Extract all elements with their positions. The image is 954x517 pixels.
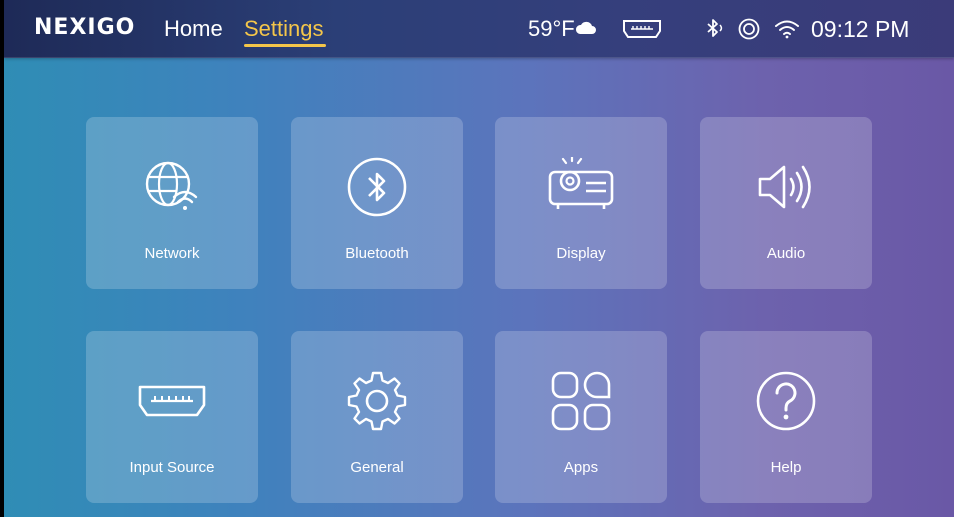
- hdmi-port-icon: [138, 385, 206, 417]
- tile-label: Help: [770, 459, 802, 476]
- tile-label: Audio: [766, 245, 806, 262]
- settings-screen: NEXIGO Home Settings 59°F 09:12 PM Netwo…: [4, 0, 954, 517]
- tile-label: Input Source: [129, 459, 215, 476]
- nav-active-indicator: [244, 44, 326, 47]
- wifi-icon[interactable]: [774, 19, 800, 39]
- gear-icon: [347, 371, 407, 431]
- tile-general[interactable]: General: [291, 331, 463, 503]
- apps-grid-icon: [551, 371, 611, 431]
- tile-help[interactable]: Help: [700, 331, 872, 503]
- hdmi-icon[interactable]: [622, 18, 662, 40]
- tile-input-source[interactable]: Input Source: [86, 331, 258, 503]
- tile-apps[interactable]: Apps: [495, 331, 667, 503]
- nav-home[interactable]: Home: [164, 16, 223, 42]
- network-globe-wifi-icon: [145, 161, 198, 210]
- tile-label: General: [350, 459, 404, 476]
- help-icon: [756, 371, 816, 431]
- speaker-icon: [758, 165, 811, 209]
- tile-network[interactable]: Network: [86, 117, 258, 289]
- top-bar-divider: [4, 57, 954, 58]
- nav-settings[interactable]: Settings: [244, 16, 324, 42]
- tile-audio[interactable]: Audio: [700, 117, 872, 289]
- tile-label: Bluetooth: [345, 245, 409, 262]
- tile-label: Network: [144, 245, 200, 262]
- cloud-icon: [575, 21, 596, 34]
- clock: 09:12 PM: [811, 16, 910, 42]
- projector-icon: [548, 157, 614, 209]
- tile-bluetooth[interactable]: Bluetooth: [291, 117, 463, 289]
- cast-icon[interactable]: [737, 18, 761, 40]
- bluetooth-icon[interactable]: [704, 17, 726, 39]
- brand-logo: NEXIGO: [34, 15, 136, 40]
- tile-label: Apps: [563, 459, 599, 476]
- top-bar: NEXIGO Home Settings 59°F 09:12 PM: [4, 0, 954, 58]
- tile-display[interactable]: Display: [495, 117, 667, 289]
- temperature: 59°F: [528, 16, 575, 41]
- tile-label: Display: [556, 245, 606, 262]
- bluetooth-icon: [347, 157, 407, 217]
